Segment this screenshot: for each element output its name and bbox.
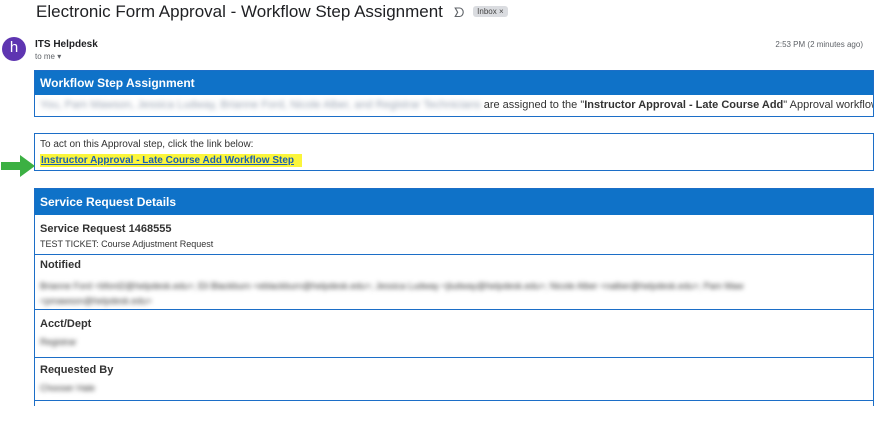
workflow-assignment-panel: Workflow Step Assignment You, Pam Mawson…	[34, 70, 874, 117]
service-request-value: TEST TICKET: Course Adjustment Request	[40, 239, 214, 249]
requested-by-value-redacted: Chooser Hale	[40, 383, 96, 393]
sender-name[interactable]: ITS Helpdesk	[35, 39, 98, 50]
inbox-label-badge[interactable]: Inbox ×	[473, 6, 508, 17]
step-name: Instructor Approval - Late Course Add	[584, 99, 784, 111]
action-panel: To act on this Approval step, click the …	[34, 133, 874, 171]
details-header: Service Request Details	[35, 189, 873, 215]
service-request-label: Service Request 1468555	[40, 223, 172, 235]
service-request-section: Service Request 1468555 TEST TICKET: Cou…	[35, 215, 873, 255]
notified-value-redacted: Brianne Ford <bford2@helpdesk.edu>; Eli …	[40, 279, 868, 309]
assignees-redacted: You, Pam Mawson, Jessica Ludway, Brianne…	[40, 99, 481, 111]
acct-dept-section: Acct/Dept Registrar	[35, 310, 873, 358]
recipient-details-toggle[interactable]: to me ▾	[35, 52, 61, 61]
email-timestamp: 2:53 PM (2 minutes ago)	[775, 40, 863, 49]
avatar[interactable]: h	[2, 37, 26, 61]
service-request-details-panel: Service Request Details Service Request …	[34, 188, 874, 406]
subject-text: Electronic Form Approval - Workflow Step…	[36, 2, 443, 21]
email-subject: Electronic Form Approval - Workflow Step…	[36, 2, 508, 22]
notified-line-2: <pmawson@helpdesk.edu>	[40, 296, 152, 306]
assignment-text: You, Pam Mawson, Jessica Ludway, Brianne…	[35, 95, 873, 117]
label-icon[interactable]: ᗤ	[454, 5, 465, 20]
requested-by-section: Requested By Chooser Hale	[35, 358, 873, 401]
assignment-text-pre: are assigned to the "	[480, 99, 585, 111]
notified-label: Notified	[40, 259, 81, 271]
workflow-step-link[interactable]: Instructor Approval - Late Course Add Wo…	[40, 154, 302, 167]
acct-dept-value-redacted: Registrar	[40, 337, 77, 347]
assignment-text-post: " Approval workflow step.	[783, 99, 873, 111]
notified-section: Notified Brianne Ford <bford2@helpdesk.e…	[35, 255, 873, 310]
notified-line-1: Brianne Ford <bford2@helpdesk.edu>; Eli …	[40, 281, 744, 291]
action-instruction: To act on this Approval step, click the …	[40, 139, 254, 150]
arrow-right-icon	[1, 155, 35, 177]
acct-dept-label: Acct/Dept	[40, 318, 92, 330]
requested-by-label: Requested By	[40, 364, 114, 376]
assignment-header: Workflow Step Assignment	[35, 71, 873, 95]
